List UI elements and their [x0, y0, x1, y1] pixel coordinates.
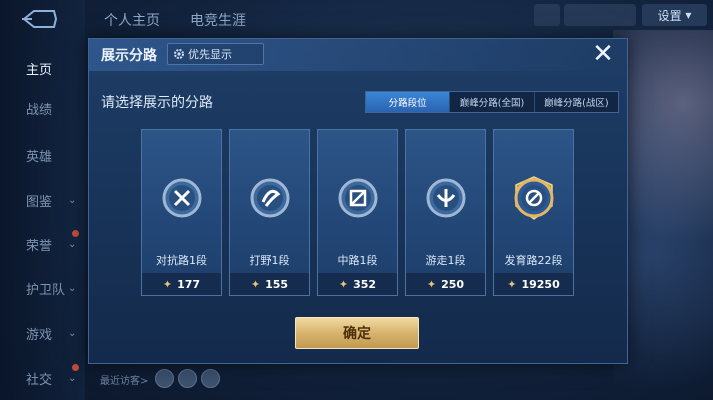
lane-rank-label: 游走1段	[425, 254, 466, 267]
sidebar-item[interactable]: 战绩	[0, 88, 85, 128]
notification-badge	[72, 230, 79, 237]
star-icon: ✦	[338, 277, 349, 291]
select-lane-prompt: 请选择展示的分路	[101, 95, 213, 111]
chevron-down-icon: ⌄	[68, 282, 77, 294]
lane-rank-label: 中路1段	[337, 254, 378, 267]
chevron-down-icon: ⌄	[68, 238, 77, 250]
lane-card[interactable]: 对抗路1段 ✦ 177	[141, 129, 222, 296]
lane-score: ✦ 19250	[494, 273, 573, 295]
tab-peak-lane-national[interactable]: 巅峰分路(全国)	[450, 92, 535, 112]
sidebar-item-label: 荣誉	[26, 238, 53, 254]
settings-button[interactable]: 设置 ▾	[642, 4, 707, 26]
sidebar-item[interactable]: 英雄	[0, 135, 85, 175]
sidebar-item[interactable]: 图鉴 ⌄	[0, 180, 85, 220]
sidebar-item[interactable]: 护卫队 ⌄	[0, 268, 85, 308]
sidebar-item-label: 社交	[26, 372, 53, 388]
priority-display-label: 优先显示	[188, 48, 232, 61]
lane-score-value: 155	[265, 277, 289, 291]
tab-lane-rank[interactable]: 分路段位	[366, 92, 451, 112]
visitor-avatar[interactable]	[155, 369, 174, 388]
chevron-down-icon: ⌄	[68, 327, 77, 339]
sidebar-item[interactable]: 主页	[0, 48, 85, 88]
lane-card[interactable]: 游走1段 ✦ 250	[405, 129, 486, 296]
lane-rank-label: 发育路22段	[504, 254, 563, 267]
star-icon: ✦	[162, 277, 173, 291]
recent-visitors-link[interactable]: 最近访客>	[100, 372, 148, 387]
sidebar-item[interactable]: 社交 ⌄	[0, 358, 85, 398]
sidebar-item[interactable]: 荣誉 ⌄	[0, 224, 85, 264]
notification-icon[interactable]	[534, 4, 560, 26]
gear-icon	[174, 49, 184, 59]
lane-score-value: 250	[441, 277, 465, 291]
tab-esports-career[interactable]: 电竞生涯	[190, 10, 246, 30]
lane-score: ✦ 250	[406, 273, 485, 295]
lane-card[interactable]: 中路1段 ✦ 352	[317, 129, 398, 296]
chevron-down-icon: ⌄	[68, 372, 77, 384]
sidebar-item-label: 图鉴	[26, 194, 53, 210]
visitor-avatar[interactable]	[178, 369, 197, 388]
dialog-title: 展示分路	[101, 48, 157, 64]
roam-emblem-icon	[424, 176, 468, 220]
notification-badge	[72, 364, 79, 371]
star-icon: ✦	[507, 277, 517, 291]
jungle-emblem-icon	[248, 176, 292, 220]
sidebar-item-label: 主页	[26, 62, 53, 78]
game-logo-icon[interactable]	[20, 8, 60, 30]
sidebar-item-label: 战绩	[26, 102, 53, 118]
sidebar-item[interactable]: 游戏 ⌄	[0, 313, 85, 353]
settings-label: 设置	[657, 8, 682, 23]
star-icon: ✦	[426, 277, 437, 291]
lane-score: ✦ 155	[230, 273, 309, 295]
lane-score: ✦ 177	[142, 273, 221, 295]
tab-peak-lane-region[interactable]: 巅峰分路(战区)	[535, 92, 618, 112]
mid-lane-emblem-icon	[336, 176, 380, 220]
sidebar-item-label: 护卫队	[26, 282, 66, 298]
lane-filter-tabs: 分路段位 巅峰分路(全国) 巅峰分路(战区)	[365, 91, 619, 113]
lane-display-dialog: 展示分路 优先显示 ✕ 请选择展示的分路 分路段位 巅峰分路(全国) 巅峰分路(…	[88, 38, 628, 364]
lane-rank-label: 打野1段	[249, 254, 290, 267]
tab-profile[interactable]: 个人主页	[104, 10, 160, 30]
confirm-button[interactable]: 确定	[295, 317, 419, 349]
sidebar-item-label: 英雄	[26, 149, 53, 165]
player-info-slot[interactable]	[564, 4, 636, 26]
star-icon: ✦	[250, 277, 261, 291]
lane-score: ✦ 352	[318, 273, 397, 295]
close-icon[interactable]: ✕	[591, 41, 615, 67]
sidebar-item-label: 游戏	[26, 327, 53, 343]
hero-artwork	[613, 30, 713, 400]
visitor-avatar[interactable]	[201, 369, 220, 388]
lane-score-value: 352	[353, 277, 377, 291]
clash-lane-emblem-icon	[160, 176, 204, 220]
lane-rank-label: 对抗路1段	[156, 254, 207, 267]
lane-score-value: 19250	[521, 277, 560, 291]
lane-card[interactable]: 打野1段 ✦ 155	[229, 129, 310, 296]
farm-lane-gold-emblem-icon	[512, 176, 556, 220]
lane-score-value: 177	[177, 277, 201, 291]
chevron-down-icon: ⌄	[68, 194, 77, 206]
lane-card[interactable]: 发育路22段 ✦ 19250	[493, 129, 574, 296]
priority-display-button[interactable]: 优先显示	[167, 43, 264, 65]
